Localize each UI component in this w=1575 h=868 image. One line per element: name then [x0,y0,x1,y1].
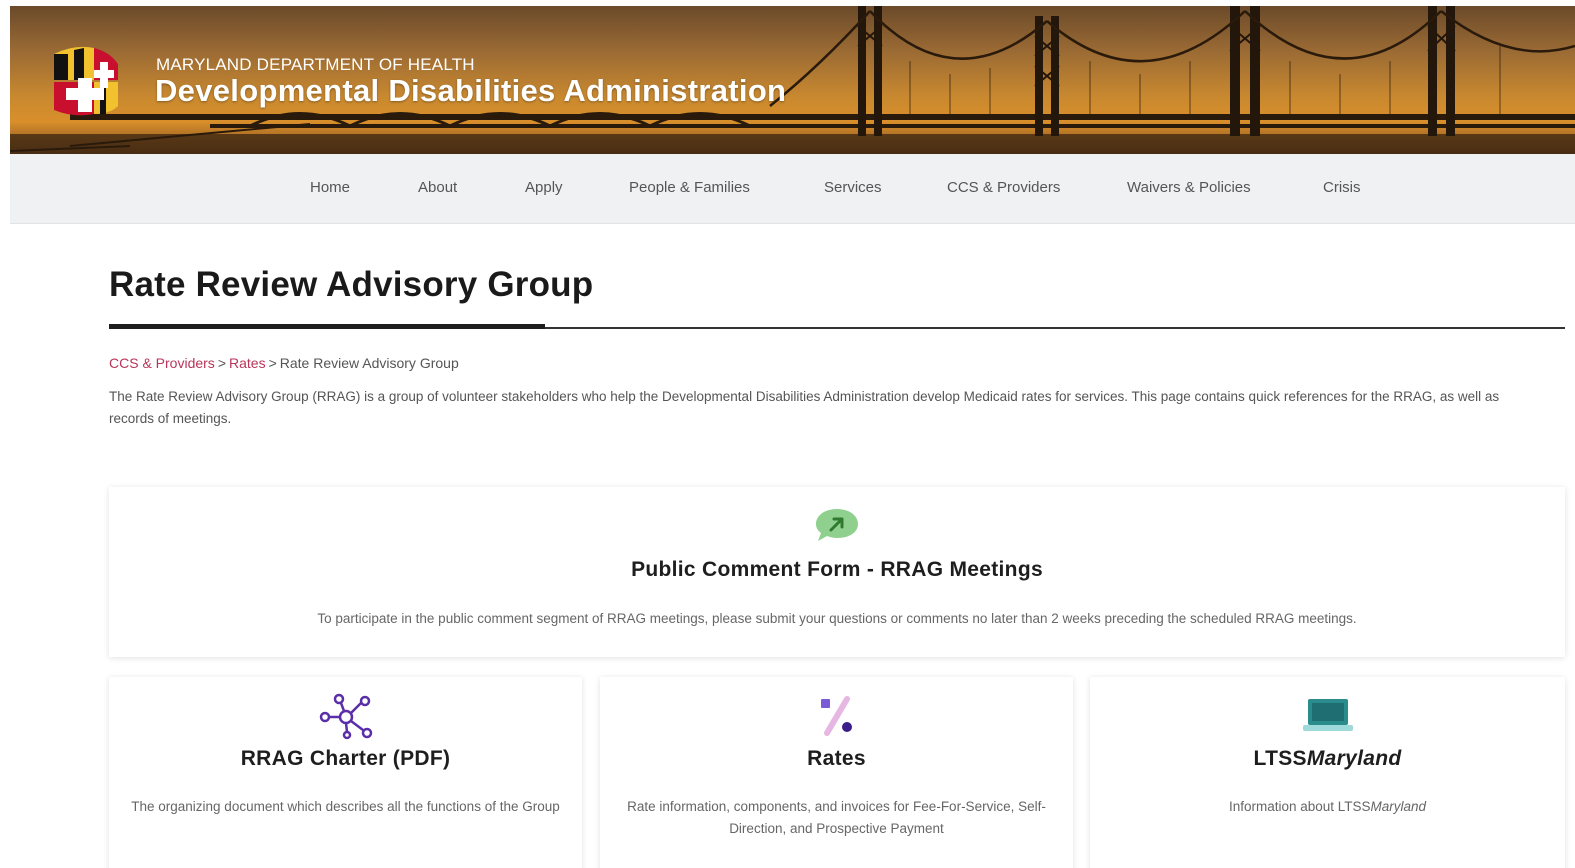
nav-people-families[interactable]: People & Families [629,179,750,196]
card-title[interactable]: RRAG Charter (PDF) [109,747,582,771]
card-title-prefix: LTSS [1253,747,1307,770]
network-icon [319,693,372,740]
intro-paragraph: The Rate Review Advisory Group (RRAG) is… [109,389,1500,426]
card-title[interactable]: Rates [600,747,1073,771]
chat-arrow-icon [816,509,858,541]
breadcrumb-ccs-providers[interactable]: CCS & Providers [109,355,215,371]
nav-about[interactable]: About [418,179,457,196]
card-description: The organizing document which describes … [131,799,560,814]
card-description-prefix: Information about LTSS [1228,799,1371,814]
main-nav: Home About Apply People & Families Servi… [10,154,1575,224]
public-comment-card[interactable]: Public Comment Form - RRAG Meetings To p… [109,487,1565,657]
ltss-maryland-card[interactable]: LTSSMaryland Information about LTSSMaryl… [1090,677,1565,868]
breadcrumb: CCS & Providers > Rates > Rate Review Adviso… [109,355,459,371]
card-description: Information about LTSSMaryland [1090,796,1565,818]
nav-home[interactable]: Home [310,179,350,196]
title-underline [109,324,545,329]
percent-icon [820,696,852,736]
breadcrumb-rates[interactable]: Rates [229,355,266,371]
site-title[interactable]: Developmental Disabilities Administratio… [155,73,786,109]
nav-ccs-providers[interactable]: CCS & Providers [947,179,1060,196]
rates-card[interactable]: Rates Rate information, components, and … [600,677,1073,868]
nav-services[interactable]: Services [824,179,882,196]
breadcrumb-separator: > [268,355,277,371]
maryland-flag-logo [54,46,118,116]
nav-waivers-policies[interactable]: Waivers & Policies [1127,179,1251,196]
header-banner: MARYLAND DEPARTMENT OF HEALTH Developmen… [10,6,1575,154]
nav-crisis[interactable]: Crisis [1323,179,1361,196]
department-name: MARYLAND DEPARTMENT OF HEALTH [156,55,475,74]
nav-apply[interactable]: Apply [525,179,563,196]
page-title: Rate Review Advisory Group [109,265,594,304]
rrag-charter-card[interactable]: RRAG Charter (PDF) The organizing docume… [109,677,582,868]
card-description: To participate in the public comment seg… [317,611,1357,626]
laptop-icon [1302,699,1353,731]
card-description: Rate information, components, and invoic… [627,799,1046,836]
card-title[interactable]: LTSSMaryland [1090,747,1565,771]
card-title-italic: Maryland [1306,747,1402,770]
card-title[interactable]: Public Comment Form - RRAG Meetings [109,558,1565,582]
card-description-italic: Maryland [1370,799,1427,814]
breadcrumb-separator: > [217,355,226,371]
breadcrumb-current: Rate Review Advisory Group [279,355,459,371]
